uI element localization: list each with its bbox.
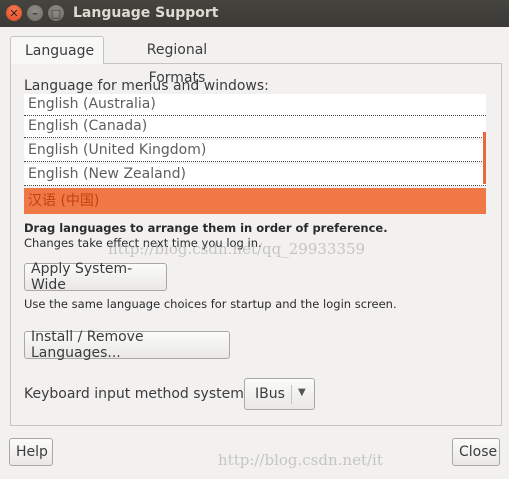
chevron-down-icon: ▼ bbox=[298, 387, 306, 398]
maximize-icon: □ bbox=[50, 6, 62, 20]
watermark: http://blog.csdn.net/it bbox=[218, 451, 383, 469]
window-title: Language Support bbox=[73, 5, 219, 21]
minimize-icon: – bbox=[32, 6, 38, 20]
combo-separator bbox=[291, 385, 292, 404]
tab-language[interactable]: Language bbox=[10, 36, 104, 64]
language-list[interactable]: English (Australia) English (Canada) Eng… bbox=[24, 94, 486, 214]
drag-indicator bbox=[483, 132, 486, 184]
apply-note: Use the same language choices for startu… bbox=[24, 297, 397, 311]
close-window-button[interactable]: ✕ bbox=[6, 5, 22, 21]
list-item-selected[interactable]: 汉语 (中国) bbox=[24, 188, 486, 214]
close-icon: ✕ bbox=[9, 6, 19, 20]
maximize-window-button[interactable]: □ bbox=[48, 5, 64, 21]
list-item[interactable]: English (Canada) bbox=[24, 116, 486, 138]
minimize-window-button[interactable]: – bbox=[27, 5, 43, 21]
close-button[interactable]: Close bbox=[452, 438, 500, 466]
keyboard-input-select[interactable]: IBus ▼ bbox=[244, 378, 315, 410]
drag-hint-bold: Drag languages to arrange them in order … bbox=[24, 221, 388, 235]
help-button[interactable]: Help bbox=[9, 438, 53, 466]
apply-system-wide-button[interactable]: Apply System-Wide bbox=[24, 261, 167, 293]
title-bar: ✕ – □ Language Support bbox=[0, 0, 509, 27]
drag-hint: Drag languages to arrange them in order … bbox=[24, 221, 388, 235]
list-item[interactable]: English (United Kingdom) bbox=[24, 140, 486, 162]
tab-divider bbox=[250, 63, 502, 64]
list-item[interactable]: English (Australia) bbox=[24, 94, 486, 116]
tab-regional-formats[interactable]: Regional Formats bbox=[104, 36, 250, 86]
install-remove-languages-button[interactable]: Install / Remove Languages... bbox=[24, 329, 230, 361]
keyboard-input-value: IBus bbox=[255, 386, 285, 402]
keyboard-input-label: Keyboard input method system: bbox=[24, 386, 249, 402]
list-item[interactable]: English (New Zealand) bbox=[24, 164, 486, 186]
watermark: http://blog.csdn.net/qq_29933359 bbox=[108, 240, 366, 258]
language-list-label: Language for menus and windows: bbox=[24, 78, 269, 94]
